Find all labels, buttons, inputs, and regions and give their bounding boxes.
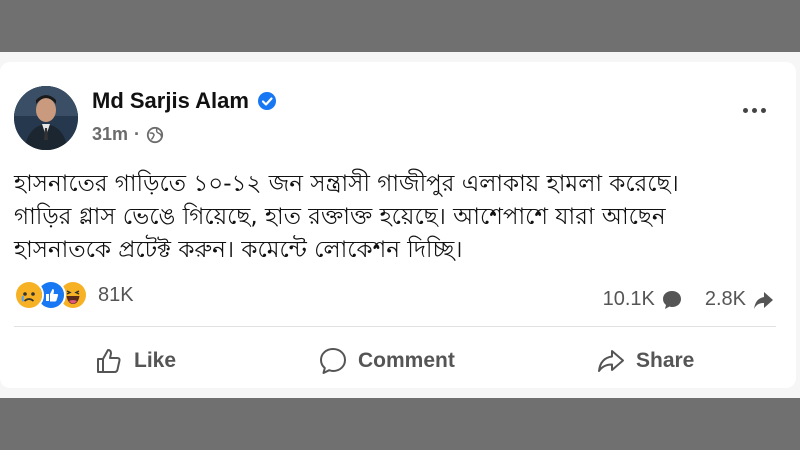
post-line: গাড়ির গ্লাস ভেঙে গিয়েছে, হাত রক্তাক্ত … (14, 204, 666, 230)
post-line: হাসনাতের গাড়িতে ১০-১২ জন সন্ত্রাসী গাজী… (14, 171, 679, 197)
share-icon (598, 350, 624, 372)
top-gray-band (0, 0, 800, 52)
comment-bubble-icon (662, 290, 681, 309)
divider (14, 326, 776, 327)
like-label: Like (134, 349, 177, 372)
comments-count[interactable]: 10.1K (603, 288, 655, 311)
reactions-count: 81K (98, 283, 134, 306)
more-options-icon[interactable] (743, 108, 766, 113)
post-body: হাসনাতের গাড়িতে ১০-১২ জন সন্ত্রাসী গাজী… (14, 168, 774, 267)
verified-badge-icon (257, 92, 276, 110)
author-name[interactable]: Md Sarjis Alam (92, 88, 249, 114)
meta-separator: · (134, 124, 141, 144)
share-arrow-icon (754, 291, 773, 309)
avatar-image (14, 86, 78, 150)
sad-reaction-icon (14, 280, 44, 310)
post-card: Md Sarjis Alam 31m · হাসনাতের গাড়িতে ১০… (0, 62, 796, 388)
post-line: হাসনাতকে প্রটেক্ট করুন। কমেন্টে লোকেশন দ… (14, 237, 463, 263)
share-button[interactable]: Share (596, 346, 694, 376)
shares-count[interactable]: 2.8K (705, 288, 746, 311)
globe-icon[interactable] (146, 126, 164, 144)
reactions-summary[interactable]: 81K (14, 280, 134, 310)
post-timestamp[interactable]: 31m (92, 124, 128, 145)
thumbs-up-icon (97, 349, 121, 373)
comment-label: Comment (358, 349, 455, 372)
bottom-gray-band (0, 398, 800, 450)
share-label: Share (636, 349, 695, 372)
post-card-frame: Md Sarjis Alam 31m · হাসনাতের গাড়িতে ১০… (0, 52, 800, 398)
comment-icon (320, 348, 346, 374)
comment-button[interactable]: Comment (318, 346, 455, 376)
like-button[interactable]: Like (94, 346, 176, 376)
avatar[interactable] (14, 86, 78, 150)
post-actions: Like Comment Share (0, 346, 796, 386)
engagement-stats: 10.1K 2.8K (603, 288, 774, 311)
